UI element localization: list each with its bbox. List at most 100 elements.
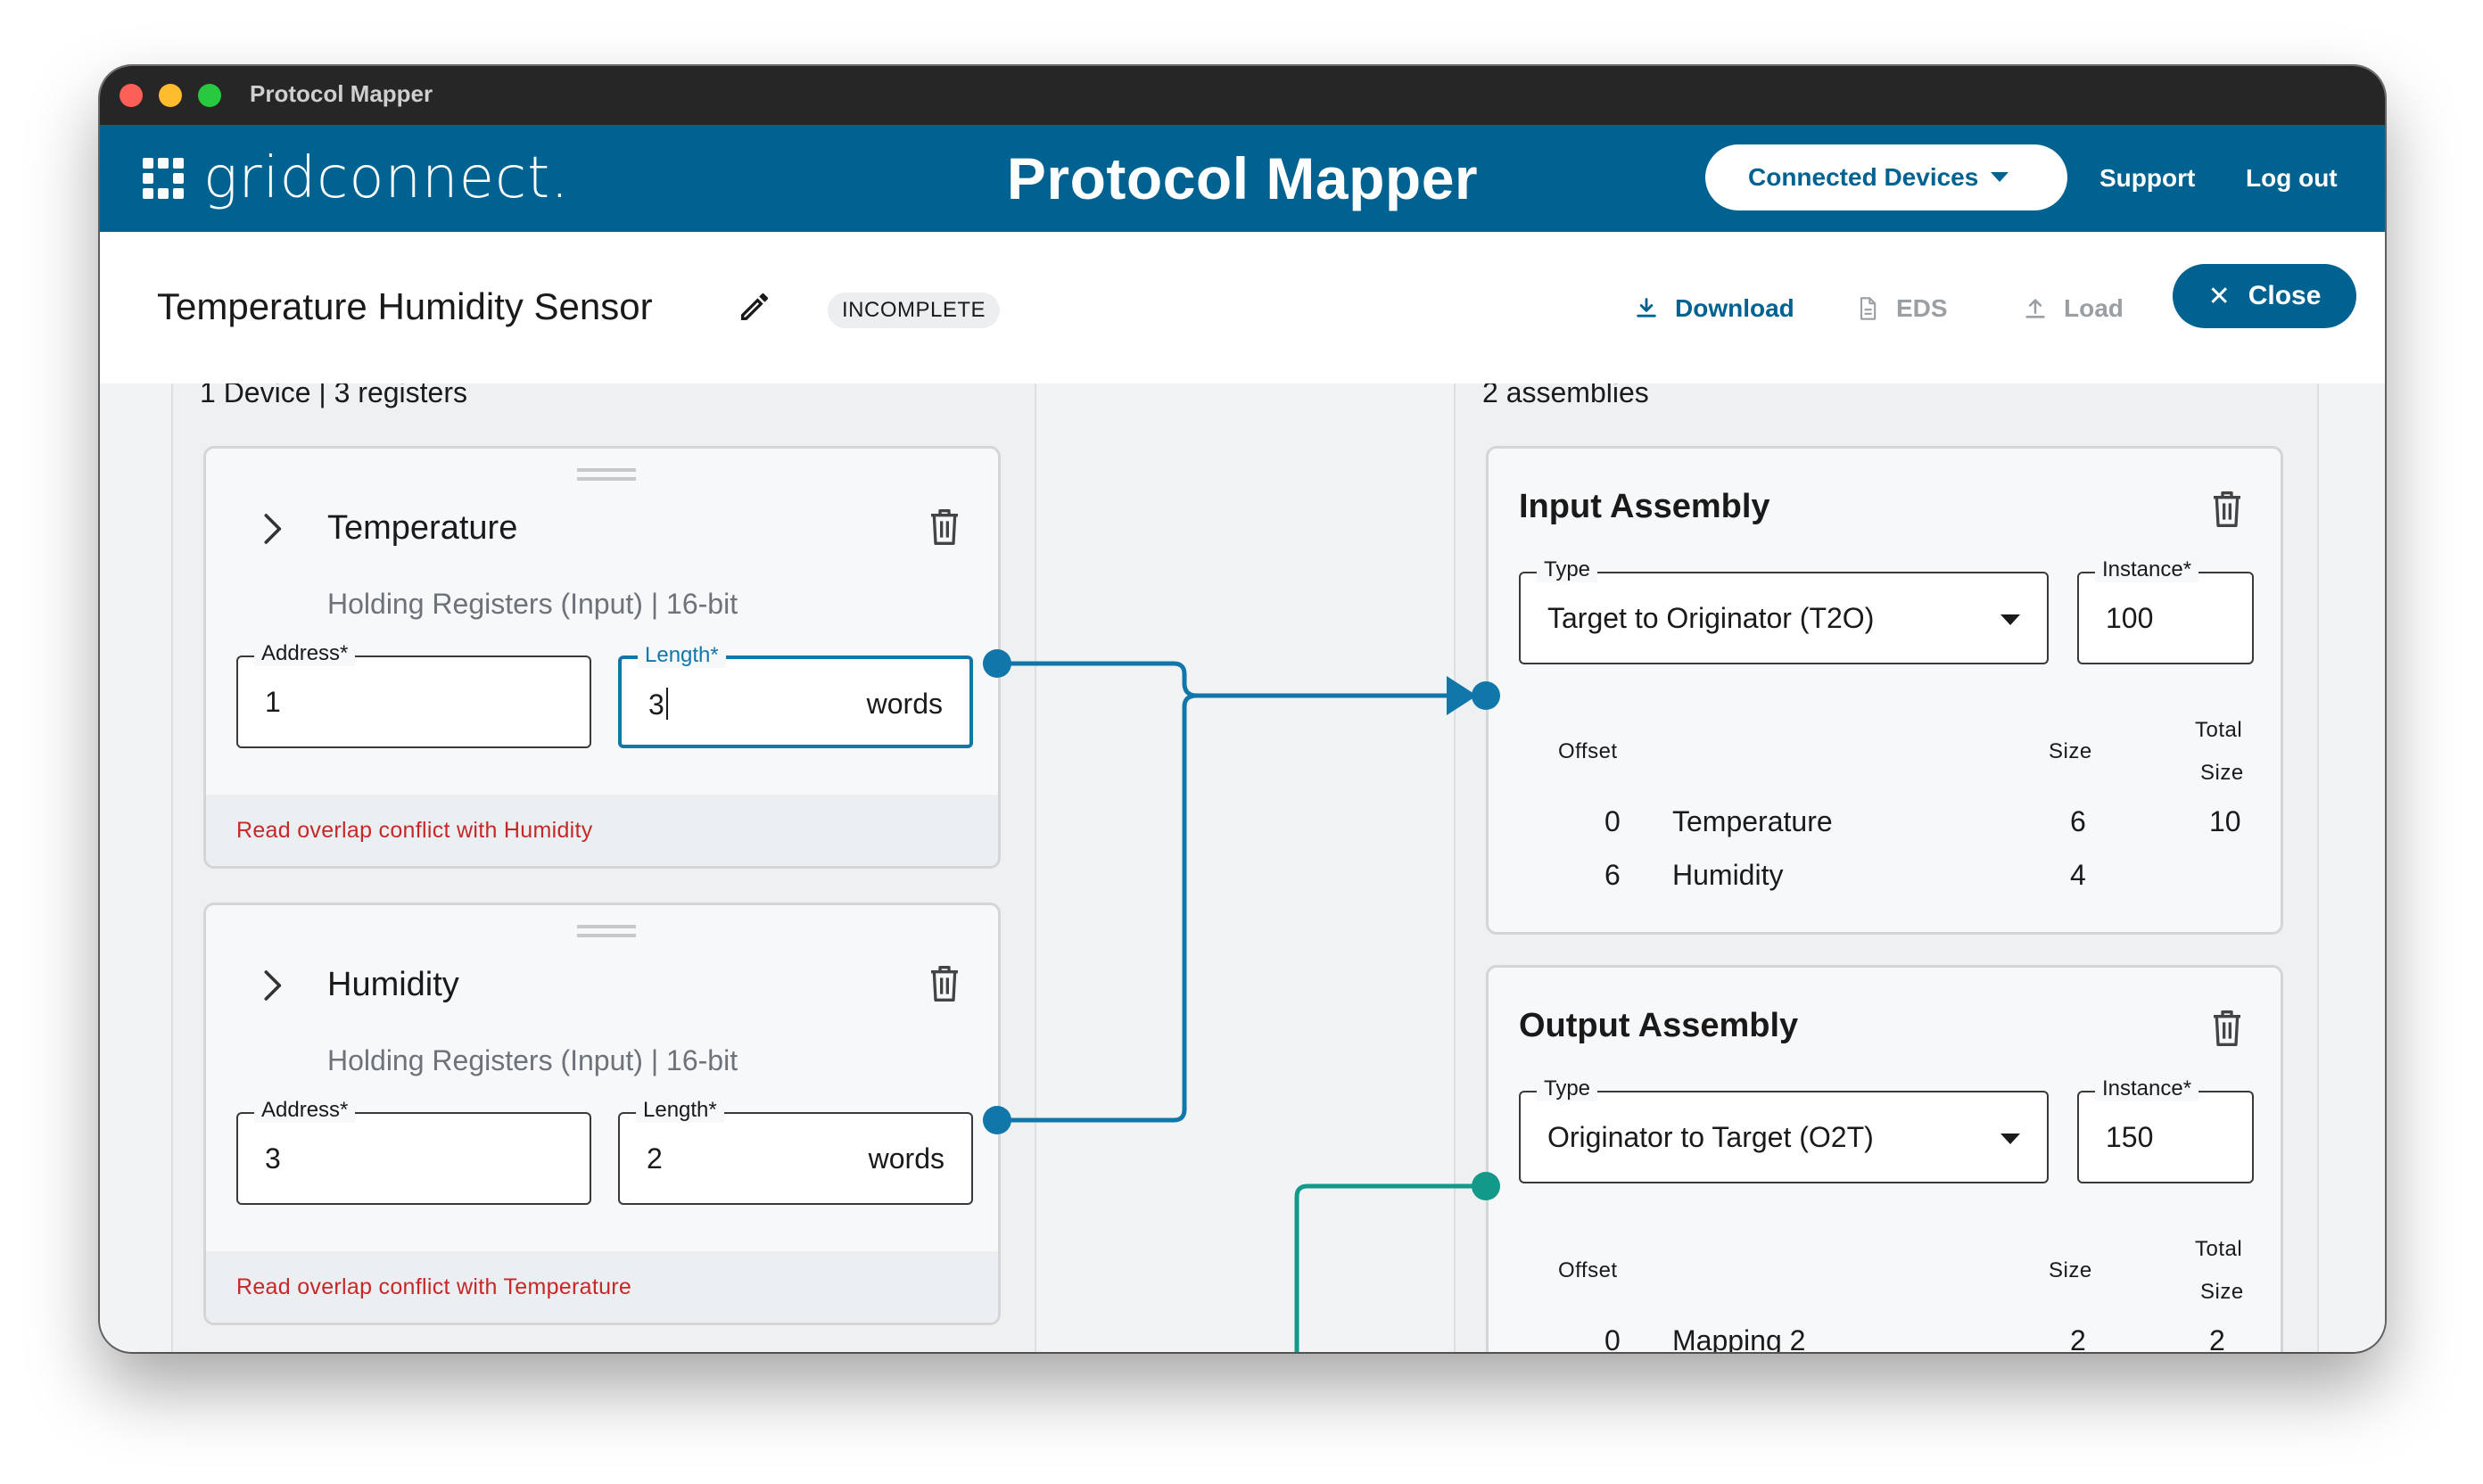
load-button[interactable]: Load xyxy=(2023,287,2124,330)
column-header-offset: Offset xyxy=(1558,739,1618,763)
drag-handle-icon[interactable] xyxy=(577,468,636,481)
pencil-icon[interactable] xyxy=(737,289,772,325)
row-total: 2 xyxy=(2209,1324,2225,1352)
registers-summary: 1 Device | 3 registers xyxy=(200,383,467,408)
column-header-total: Total xyxy=(2195,718,2243,742)
download-label: Download xyxy=(1675,294,1794,322)
caret-down-icon xyxy=(2000,1134,2020,1144)
address-value: 3 xyxy=(265,1142,281,1175)
mapping-canvas: 1 Device | 3 registers Temperature Holdi… xyxy=(100,383,2385,1352)
connected-devices-label: Connected Devices xyxy=(1748,163,1979,191)
length-field[interactable]: Length* 3 words xyxy=(618,643,973,748)
logout-link[interactable]: Log out xyxy=(2246,164,2338,193)
trash-icon[interactable] xyxy=(2209,1009,2245,1048)
wire-temperature-to-input xyxy=(1182,682,1459,698)
drag-handle-icon[interactable] xyxy=(577,925,636,937)
length-label: Length* xyxy=(636,1098,724,1123)
column-header-size: Size xyxy=(2049,739,2092,763)
length-unit: words xyxy=(866,688,943,720)
device-name: Temperature Humidity Sensor xyxy=(157,285,653,327)
assembly-card-output[interactable]: Output Assembly Type Originator to Targe… xyxy=(1486,965,2283,1352)
length-value-wrap: 3 xyxy=(648,688,668,721)
registers-column: 1 Device | 3 registers Temperature Holdi… xyxy=(171,383,1036,1352)
column-header-offset: Offset xyxy=(1558,1258,1618,1282)
length-field[interactable]: Length* 2 words xyxy=(618,1098,973,1205)
app-window: Protocol Mapper gridconnect. Protocol Ma… xyxy=(100,66,2385,1352)
column-header-size: Size xyxy=(2049,1258,2092,1282)
trash-icon[interactable] xyxy=(927,507,962,547)
instance-value: 150 xyxy=(2106,1121,2154,1153)
document-icon xyxy=(1860,297,1877,320)
support-link[interactable]: Support xyxy=(2099,164,2195,193)
type-label: Type xyxy=(1537,557,1598,582)
upload-icon xyxy=(2025,299,2045,318)
row-offset: 0 xyxy=(1604,805,1621,837)
assemblies-summary: 2 assemblies xyxy=(1482,383,1649,408)
status-badge: INCOMPLETE xyxy=(828,293,1001,328)
window-titlebar: Protocol Mapper xyxy=(100,66,2385,125)
register-meta: Holding Registers (Input) | 16-bit xyxy=(327,588,738,620)
conflict-message: Read overlap conflict with Temperature xyxy=(206,1251,998,1323)
address-field[interactable]: Address* 3 xyxy=(236,1098,591,1205)
caret-down-icon xyxy=(2000,614,2020,625)
assembly-card-input[interactable]: Input Assembly Type Target to Originator… xyxy=(1486,446,2283,935)
zoom-window-button[interactable] xyxy=(198,84,221,107)
minimize-window-button[interactable] xyxy=(159,84,182,107)
address-label: Address* xyxy=(254,1098,356,1123)
instance-label: Instance* xyxy=(2095,1076,2199,1101)
row-name: Mapping 2 xyxy=(1672,1324,1806,1352)
instance-value: 100 xyxy=(2106,602,2154,634)
close-button[interactable]: ✕ Close xyxy=(2173,264,2356,328)
column-header-total: Total xyxy=(2195,1237,2243,1261)
assembly-title: Output Assembly xyxy=(1519,1007,1799,1044)
row-total: 10 xyxy=(2209,805,2241,837)
eds-button[interactable]: EDS xyxy=(1855,287,1948,330)
type-value: Target to Originator (T2O) xyxy=(1547,602,1875,634)
type-select[interactable]: Type Target to Originator (T2O) xyxy=(1519,557,2049,664)
row-size: 6 xyxy=(2070,805,2086,837)
register-name: Temperature xyxy=(327,509,518,547)
register-name: Humidity xyxy=(327,966,459,1003)
row-offset: 6 xyxy=(1604,859,1621,891)
instance-field[interactable]: Instance* 100 xyxy=(2077,557,2254,664)
column-header-total-size: Size xyxy=(2200,1280,2244,1304)
instance-label: Instance* xyxy=(2095,557,2199,582)
row-name: Temperature xyxy=(1672,805,1833,837)
length-value: 3 xyxy=(648,688,664,721)
device-header: Temperature Humidity Sensor INCOMPLETE D… xyxy=(100,232,2385,383)
row-size: 4 xyxy=(2070,859,2086,891)
caret-down-icon xyxy=(1991,172,2009,182)
close-window-button[interactable] xyxy=(120,84,143,107)
length-unit: words xyxy=(868,1142,945,1175)
row-name: Humidity xyxy=(1672,859,1784,891)
register-card-humidity[interactable]: Humidity Holding Registers (Input) | 16-… xyxy=(203,903,1001,1325)
column-header-total-size: Size xyxy=(2200,761,2244,785)
row-size: 2 xyxy=(2070,1324,2086,1352)
app-bar: gridconnect. Protocol Mapper Connected D… xyxy=(100,125,2385,232)
row-offset: 0 xyxy=(1604,1324,1621,1352)
register-card-temperature[interactable]: Temperature Holding Registers (Input) | … xyxy=(203,446,1001,869)
type-value: Originator to Target (O2T) xyxy=(1547,1121,1874,1153)
address-label: Address* xyxy=(254,641,356,666)
trash-icon[interactable] xyxy=(2209,490,2245,529)
length-label: Length* xyxy=(638,643,726,668)
download-button[interactable]: Download xyxy=(1634,287,1794,330)
window-title: Protocol Mapper xyxy=(250,80,433,107)
connected-devices-dropdown[interactable]: Connected Devices xyxy=(1705,144,2067,210)
address-field[interactable]: Address* 1 xyxy=(236,641,591,748)
length-value: 2 xyxy=(647,1142,663,1175)
download-icon xyxy=(1637,298,1656,317)
trash-icon[interactable] xyxy=(927,964,962,1003)
address-value: 1 xyxy=(265,686,281,718)
type-select[interactable]: Type Originator to Target (O2T) xyxy=(1519,1076,2049,1183)
register-meta: Holding Registers (Input) | 16-bit xyxy=(327,1044,738,1076)
instance-field[interactable]: Instance* 150 xyxy=(2077,1076,2254,1183)
eds-label: EDS xyxy=(1896,294,1948,322)
assemblies-column: 2 assemblies Input Assembly Type Target … xyxy=(1454,383,2319,1352)
chevron-right-icon[interactable] xyxy=(254,968,290,1003)
type-label: Type xyxy=(1537,1076,1598,1101)
text-cursor xyxy=(665,688,668,720)
chevron-right-icon[interactable] xyxy=(254,511,290,547)
close-label: Close xyxy=(2248,281,2322,310)
close-icon: ✕ xyxy=(2207,281,2231,311)
